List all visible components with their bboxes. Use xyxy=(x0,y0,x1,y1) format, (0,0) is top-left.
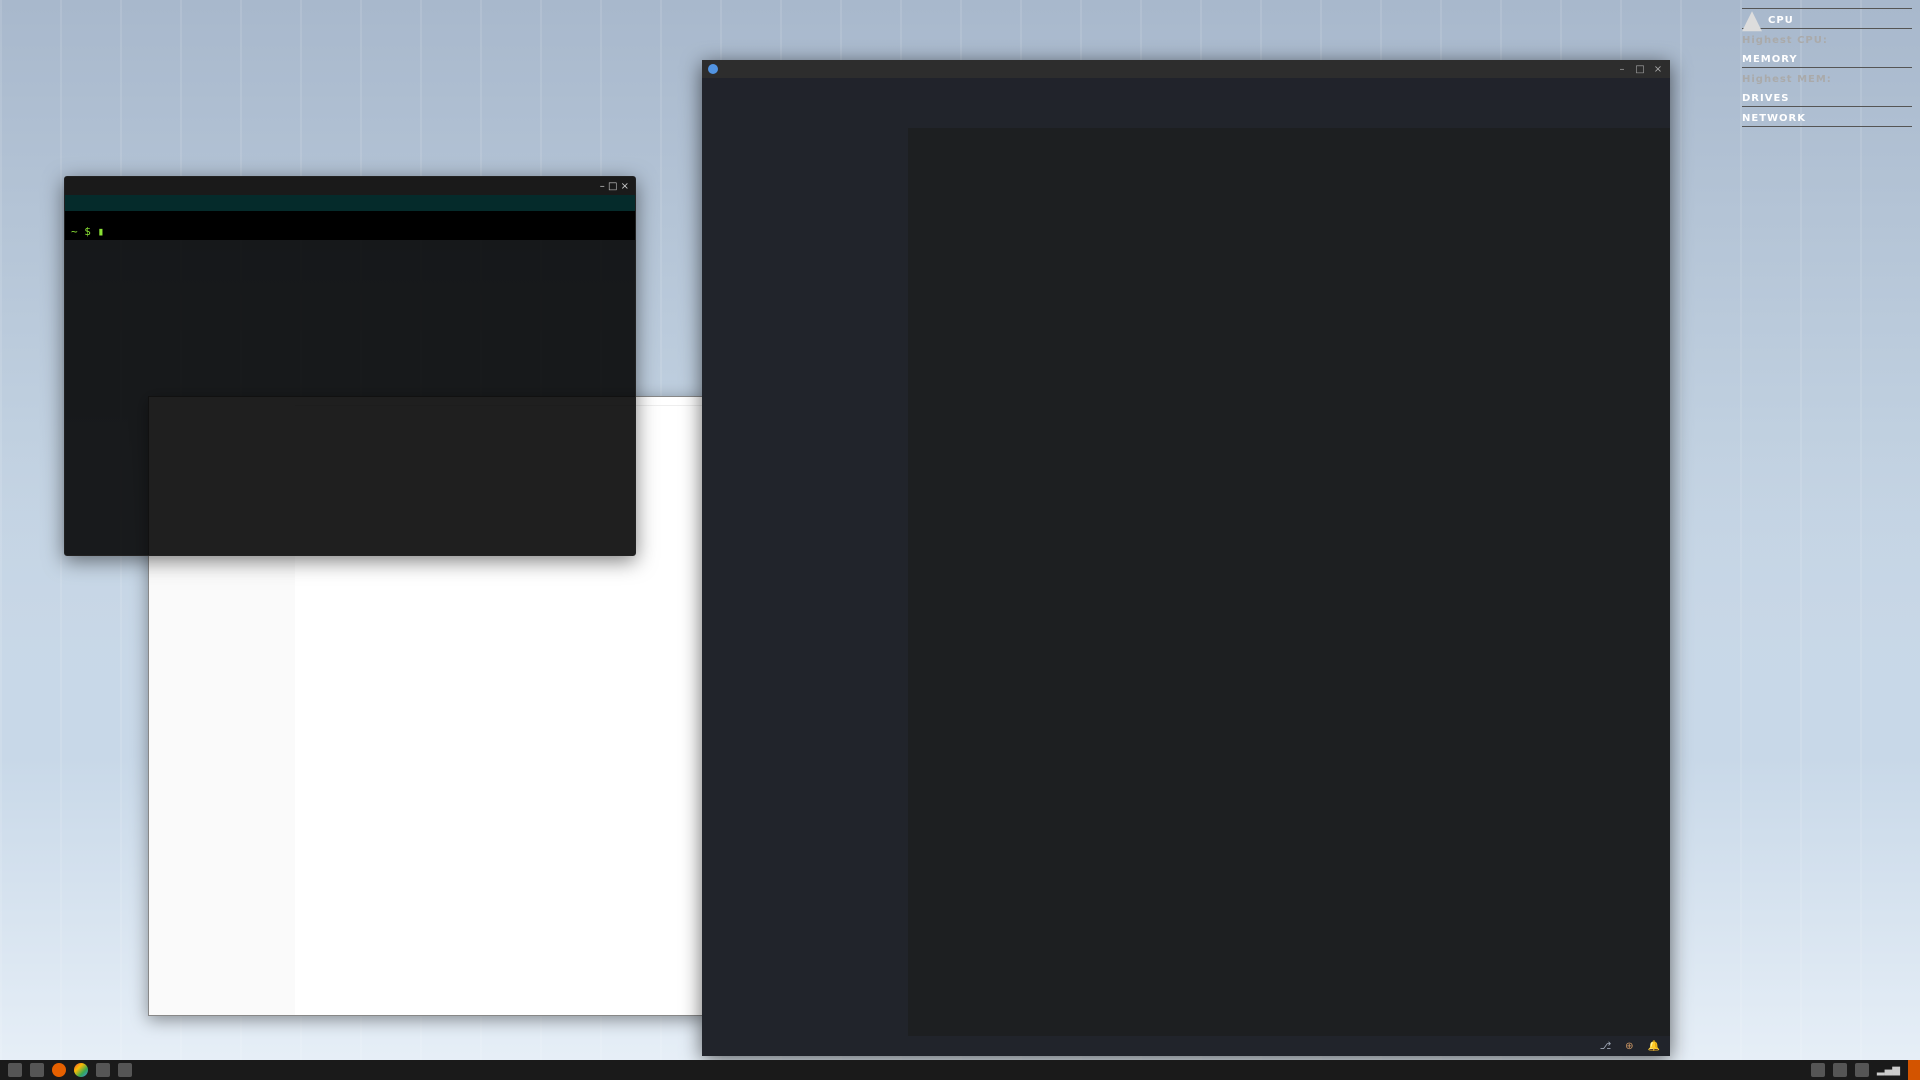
volume-icon[interactable] xyxy=(1855,1063,1869,1077)
notif-icon[interactable]: 🔔 xyxy=(1648,1041,1660,1052)
app-icon[interactable] xyxy=(118,1063,132,1077)
tray-icon[interactable] xyxy=(1811,1063,1825,1077)
atom-editor[interactable] xyxy=(908,128,1670,1036)
tray[interactable]: ▂▄▆ xyxy=(1803,1060,1908,1080)
bottom-panel[interactable]: ▂▄▆ xyxy=(0,1060,1920,1080)
atom-tabs[interactable] xyxy=(908,100,1670,128)
conky-system-header xyxy=(1742,8,1912,9)
code-area[interactable] xyxy=(946,128,1670,1036)
wifi-icon[interactable]: ▂▄▆ xyxy=(1877,1065,1900,1076)
panel-clock[interactable] xyxy=(1908,1060,1920,1080)
atom-titlebar[interactable]: – □ × xyxy=(702,60,1670,78)
menu-icon[interactable] xyxy=(8,1063,22,1077)
panel-launchers[interactable] xyxy=(0,1060,140,1080)
gutter xyxy=(908,128,946,1036)
maximize-icon[interactable]: □ xyxy=(1634,64,1646,75)
atom-menubar[interactable] xyxy=(702,78,1670,100)
arch-logo-icon: ▲ xyxy=(1742,9,1762,31)
terminal-window[interactable]: – □ × ~ $ ▮ xyxy=(64,176,636,556)
minimize-icon[interactable]: – xyxy=(1616,64,1628,75)
atom-window[interactable]: – □ × ⎇ ⊕ 🔔 xyxy=(702,60,1670,1056)
atom-tree[interactable] xyxy=(702,100,908,1036)
terminal-info xyxy=(65,195,635,211)
app-icon xyxy=(708,64,718,74)
terminal-output xyxy=(65,211,635,223)
terminal-titlebar[interactable]: – □ × xyxy=(65,177,635,195)
tray-icon[interactable] xyxy=(1833,1063,1847,1077)
conky-monitor: ▲ CPU Highest CPU: MEMORY Highest MEM: D… xyxy=(1742,4,1912,127)
close-icon[interactable]: × xyxy=(621,181,629,192)
minimize-icon[interactable]: – xyxy=(600,181,605,192)
chrome-icon[interactable] xyxy=(74,1063,88,1077)
maximize-icon[interactable]: □ xyxy=(608,181,617,192)
mic-icon[interactable] xyxy=(96,1063,110,1077)
status-branch[interactable]: ⎇ xyxy=(1600,1041,1612,1052)
fm-icon[interactable] xyxy=(30,1063,44,1077)
close-icon[interactable]: × xyxy=(1652,64,1664,75)
terminal-prompt[interactable]: ~ $ ▮ xyxy=(65,223,635,240)
atom-statusbar[interactable]: ⎇ ⊕ 🔔 xyxy=(702,1036,1670,1056)
status-diff: ⊕ xyxy=(1625,1041,1633,1052)
firefox-icon[interactable] xyxy=(52,1063,66,1077)
